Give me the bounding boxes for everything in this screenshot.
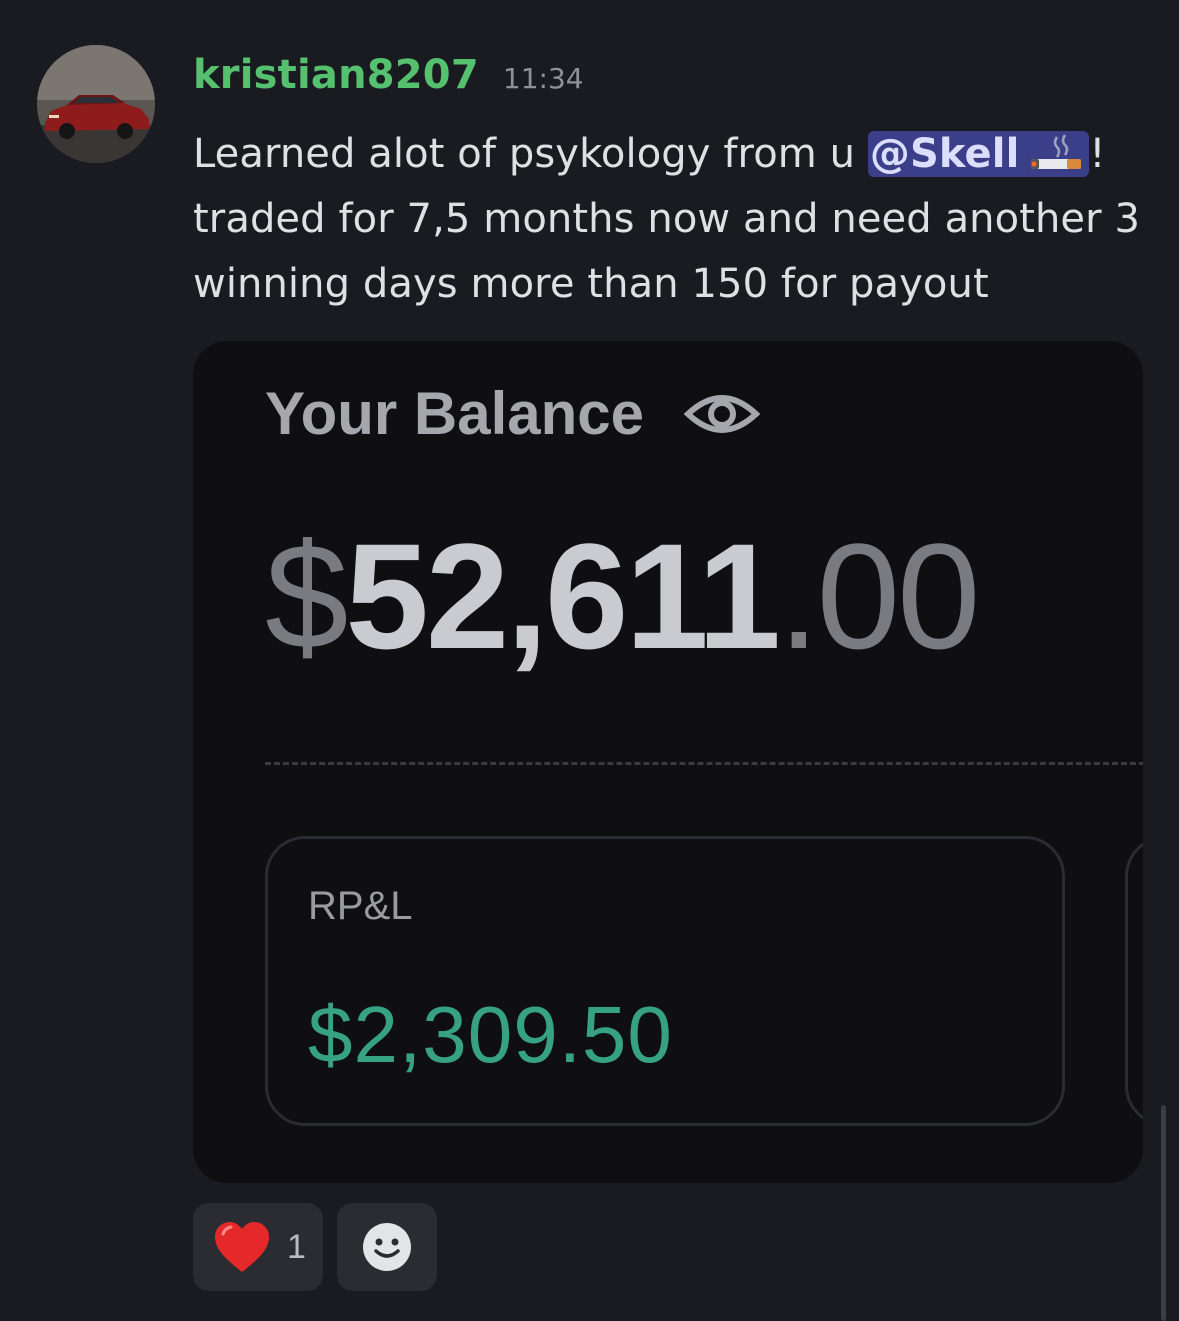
username[interactable]: kristian8207 — [193, 52, 479, 98]
cigarette-icon — [1031, 134, 1082, 169]
message-text: Learned alot of psykology from u — [193, 131, 868, 177]
add-reaction-button[interactable] — [337, 1203, 437, 1291]
pnl-value: $2,309.50 — [308, 990, 673, 1079]
reactions-bar: 1 — [193, 1203, 437, 1291]
user-mention[interactable]: @Skell — [867, 131, 1090, 177]
message-content: Learned alot of psykology from u @Skell … — [193, 122, 1153, 317]
user-avatar[interactable] — [37, 45, 155, 163]
balance-screenshot[interactable]: Your Balance $52,611.00 RP&L $2,309.50 — [193, 341, 1143, 1183]
mention-text: @Skell — [869, 131, 1020, 177]
balance-label: Your Balance — [265, 380, 645, 447]
pnl-card: RP&L $2,309.50 — [265, 836, 1065, 1126]
pnl-label: RP&L — [308, 884, 413, 928]
next-card-partial — [1125, 836, 1143, 1126]
balance-currency: $ — [265, 512, 348, 680]
balance-whole: 52,611 — [345, 512, 781, 680]
add-reaction-icon — [363, 1223, 411, 1271]
timestamp: 11:34 — [502, 62, 584, 95]
heart-reaction[interactable]: 1 — [193, 1203, 323, 1291]
heart-icon — [215, 1222, 269, 1272]
reaction-count: 1 — [287, 1227, 306, 1266]
balance-header: Your Balance — [265, 379, 761, 448]
car-photo-icon — [37, 45, 155, 163]
scrollbar[interactable] — [1161, 1105, 1166, 1321]
balance-amount: $52,611.00 — [265, 516, 980, 676]
message-header: kristian8207 11:34 — [193, 52, 584, 102]
chat-message: kristian8207 11:34 Learned alot of psyko… — [0, 0, 1179, 1321]
balance-cents: .00 — [777, 512, 981, 680]
eye-icon — [684, 394, 761, 433]
dashed-divider — [265, 762, 1143, 765]
